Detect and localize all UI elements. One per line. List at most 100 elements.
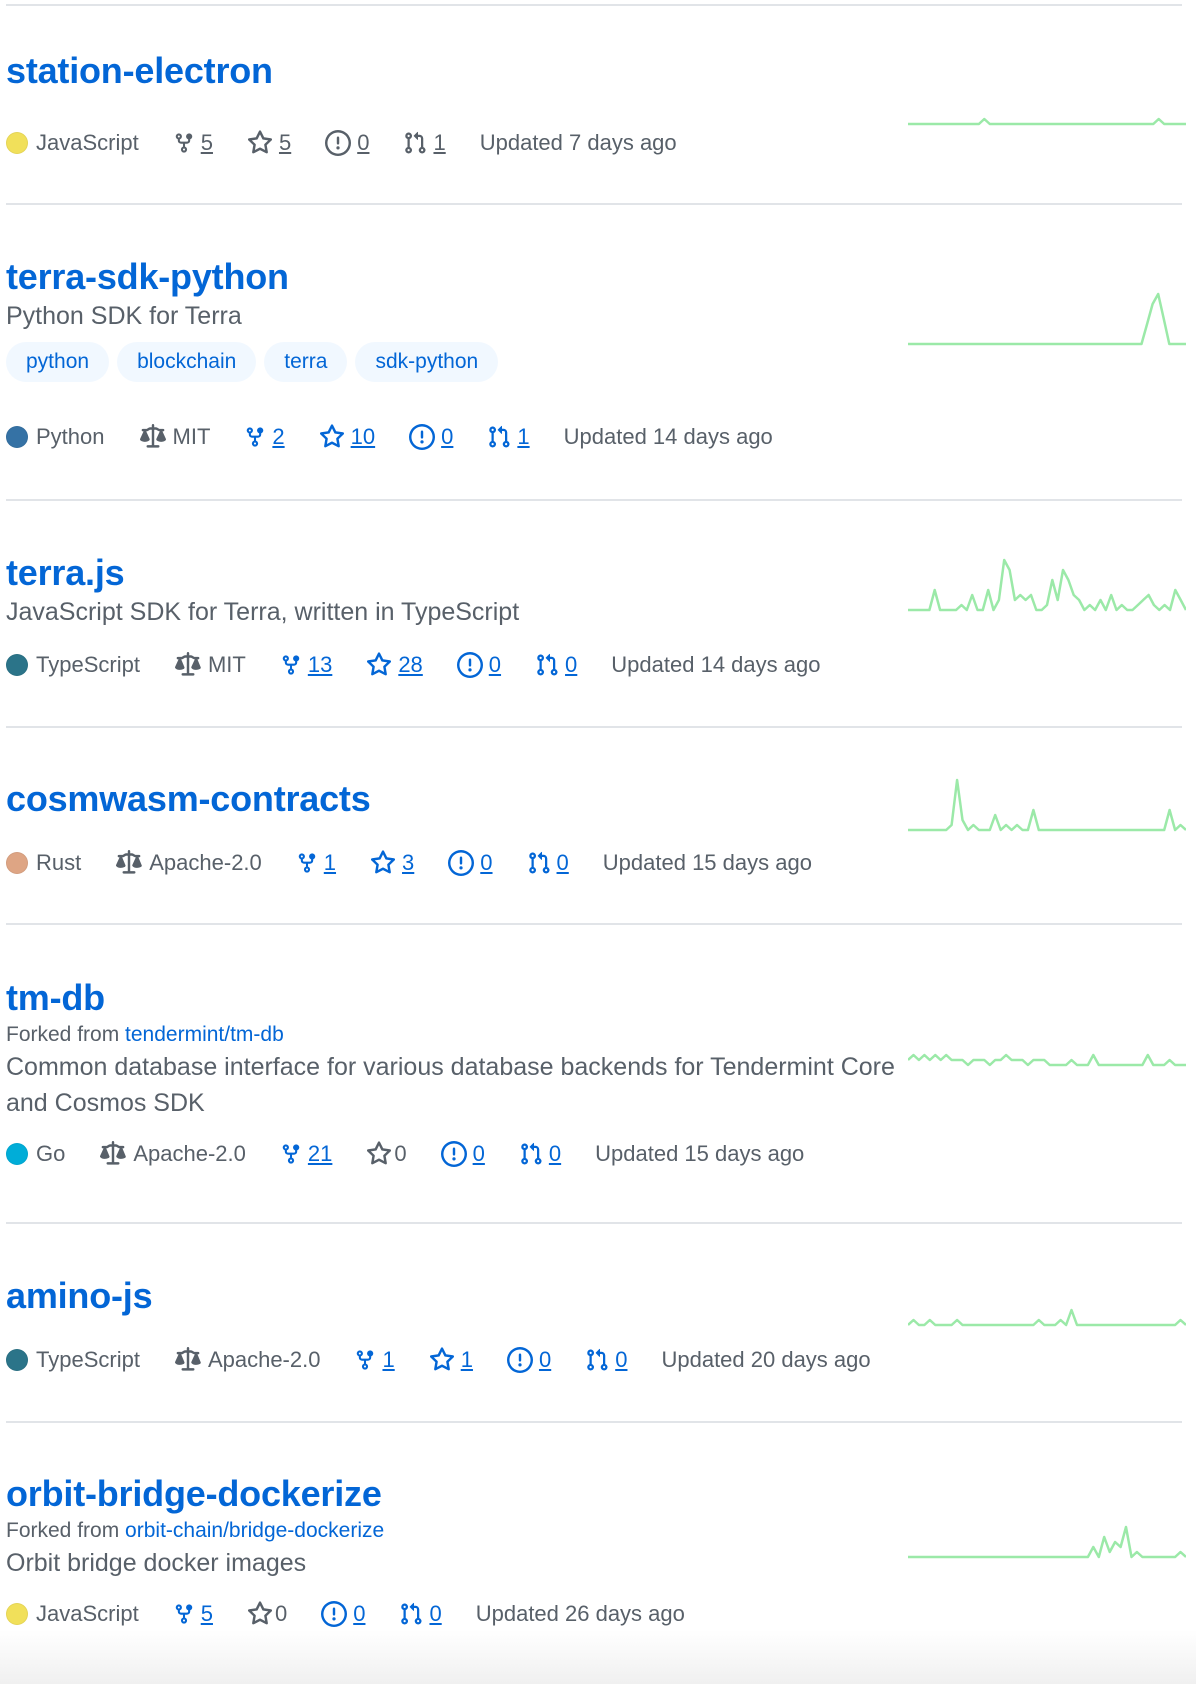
- forks-link[interactable]: 5: [173, 130, 213, 156]
- language: TypeScript: [6, 652, 140, 678]
- issues-count: 0: [538, 1347, 552, 1372]
- forks-link[interactable]: 5: [173, 1601, 213, 1627]
- license: MIT: [139, 424, 210, 450]
- pull-request-icon: [527, 850, 551, 876]
- star-icon: [429, 1347, 455, 1373]
- updated-time: Updated 15 days ago: [595, 1141, 805, 1166]
- fork-icon: [296, 850, 318, 876]
- topic-tag[interactable]: blockchain: [117, 342, 257, 382]
- forked-from-prefix: Forked from: [6, 1023, 120, 1046]
- issues-count: 0: [472, 1141, 485, 1166]
- language-label: JavaScript: [36, 130, 139, 155]
- pulls-link[interactable]: 1: [403, 130, 446, 156]
- stars-link[interactable]: 10: [319, 424, 375, 450]
- language-color-dot: [6, 132, 28, 154]
- pulls-link[interactable]: 0: [527, 850, 569, 876]
- issues-link[interactable]: 0: [448, 850, 493, 876]
- stars-link[interactable]: 5: [247, 130, 291, 156]
- pulls-link[interactable]: 0: [585, 1347, 627, 1373]
- language-label: Rust: [36, 850, 82, 875]
- forks-link[interactable]: 21: [280, 1141, 332, 1167]
- fork-icon: [280, 652, 302, 678]
- license-label: Apache-2.0: [207, 1347, 321, 1372]
- star-icon: [370, 850, 396, 876]
- language: Python: [6, 424, 105, 450]
- issues-link[interactable]: 0: [321, 1601, 365, 1627]
- pulls-link[interactable]: 0: [535, 652, 577, 678]
- issues-count: 0: [480, 850, 493, 875]
- pulls-link[interactable]: 0: [519, 1141, 561, 1167]
- repo-meta: TypeScript MIT 13 28 0 0 Updated 14 days…: [6, 652, 854, 678]
- topic-list: python blockchain terra sdk-python: [6, 342, 1182, 382]
- license: Apache-2.0: [99, 1141, 246, 1167]
- fork-icon: [173, 1601, 195, 1627]
- sparkline-path: [908, 1053, 1186, 1067]
- stars-count-static: 0: [247, 1601, 287, 1627]
- fork-icon: [173, 130, 195, 156]
- issue-icon: [409, 424, 436, 450]
- star-icon: [319, 424, 345, 450]
- language-color-dot: [6, 426, 28, 448]
- pull-request-icon: [399, 1601, 423, 1627]
- updated-time: Updated 15 days ago: [602, 850, 812, 875]
- language: Go: [6, 1141, 65, 1167]
- issues-link[interactable]: 0: [506, 1347, 552, 1373]
- license-label: Apache-2.0: [149, 850, 262, 875]
- language-label: JavaScript: [36, 1601, 139, 1626]
- bottom-fade: [0, 1630, 1196, 1684]
- activity-sparkline: [908, 558, 1186, 612]
- pulls-link[interactable]: 0: [399, 1601, 442, 1627]
- pulls-count: 1: [433, 130, 446, 155]
- stars-link[interactable]: 28: [366, 652, 423, 678]
- issues-link[interactable]: 0: [409, 424, 453, 450]
- stars-count: 10: [350, 424, 376, 449]
- language-label: Python: [36, 424, 105, 449]
- stars-count: 3: [402, 850, 415, 875]
- issues-link[interactable]: 0: [456, 652, 501, 678]
- topic-tag[interactable]: python: [6, 342, 110, 382]
- forked-from-link[interactable]: orbit-chain/bridge-dockerize: [125, 1519, 384, 1542]
- divider: [6, 923, 1182, 925]
- issues-link[interactable]: 0: [325, 130, 369, 156]
- topic-tag[interactable]: terra: [264, 342, 348, 382]
- forks-link[interactable]: 13: [280, 652, 332, 678]
- topic-tag[interactable]: sdk-python: [355, 342, 499, 382]
- repo-item: tm-db Forked from tendermint/tm-db Commo…: [6, 977, 1186, 1177]
- activity-sparkline: [908, 1525, 1186, 1559]
- issues-count: 0: [357, 130, 370, 155]
- updated-time: Updated 14 days ago: [563, 424, 773, 449]
- forks-link[interactable]: 2: [244, 424, 285, 450]
- language-label: Go: [36, 1141, 66, 1166]
- forks-link[interactable]: 1: [354, 1347, 395, 1373]
- activity-sparkline: [908, 117, 1186, 126]
- divider: [6, 4, 1182, 6]
- pulls-count: 0: [615, 1347, 628, 1372]
- repository-list: station-electron JavaScript 5 5 0 1 Upda…: [0, 0, 1196, 1684]
- language: JavaScript: [6, 1601, 139, 1627]
- pull-request-icon: [519, 1141, 543, 1167]
- issues-count: 0: [353, 1601, 366, 1626]
- issues-link[interactable]: 0: [440, 1141, 485, 1167]
- stars-link[interactable]: 1: [429, 1347, 473, 1373]
- repo-meta: Python MIT 2 10 0 1 Updated 14 days ago: [6, 424, 807, 450]
- forked-from-link[interactable]: tendermint/tm-db: [125, 1023, 284, 1046]
- issue-icon: [506, 1347, 533, 1373]
- stars-count: 0: [394, 1141, 407, 1166]
- issue-icon: [440, 1141, 467, 1167]
- stars-count: 1: [460, 1347, 473, 1372]
- divider: [6, 726, 1182, 728]
- issue-icon: [325, 130, 352, 156]
- pull-request-icon: [487, 424, 511, 450]
- pulls-link[interactable]: 1: [487, 424, 530, 450]
- activity-sparkline: [908, 778, 1186, 832]
- language: Rust: [6, 850, 81, 876]
- forked-from-prefix: Forked from: [6, 1519, 120, 1542]
- forks-link[interactable]: 1: [296, 850, 336, 876]
- repo-meta: TypeScript Apache-2.0 1 1 0 0 Updated 20…: [6, 1347, 905, 1373]
- pull-request-icon: [403, 130, 427, 156]
- language: JavaScript: [6, 130, 139, 156]
- stars-link[interactable]: 3: [370, 850, 414, 876]
- star-icon: [366, 1141, 392, 1167]
- star-icon: [247, 1601, 273, 1627]
- updated-time: Updated 26 days ago: [475, 1601, 685, 1626]
